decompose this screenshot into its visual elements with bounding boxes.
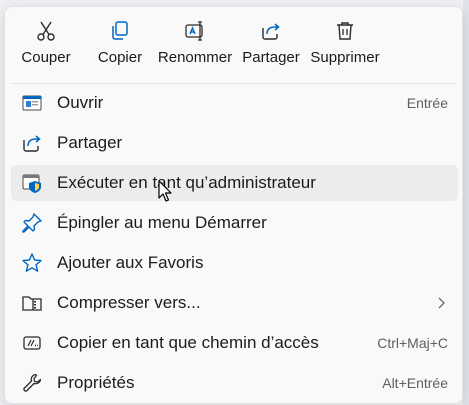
- star-icon: [22, 253, 42, 272]
- admin-shield-icon: [22, 174, 41, 193]
- rename-label: Renommer: [157, 49, 233, 66]
- menu-item-share[interactable]: Partager: [11, 125, 458, 161]
- share-label: Partager: [242, 49, 300, 66]
- cut-label: Couper: [21, 49, 71, 66]
- menu-item-label: Propriétés: [57, 373, 135, 392]
- menu-item-label: Partager: [57, 133, 123, 152]
- menu-item-label: Copier en tant que chemin d’accès: [57, 333, 319, 352]
- share-icon: [262, 23, 280, 40]
- menu-item-shortcut: Alt+Entrée: [382, 375, 448, 391]
- copy-path-icon: [23, 336, 41, 350]
- trash-icon: [337, 22, 353, 40]
- menu-item-run-as-admin[interactable]: Exécuter en tant qu’administrateur: [11, 165, 458, 201]
- toolbar-divider: [11, 83, 456, 84]
- context-menu-toolbar: Couper Copier Renommer Partager Supprime…: [5, 7, 462, 79]
- copy-icon: [112, 21, 128, 40]
- menu-item-compress-to[interactable]: Compresser vers...: [11, 285, 458, 321]
- menu-item-label: Ajouter aux Favoris: [57, 253, 204, 272]
- menu-item-add-favorites[interactable]: Ajouter aux Favoris: [11, 245, 458, 281]
- context-menu: Couper Copier Renommer Partager Supprime…: [4, 6, 463, 404]
- rename-button[interactable]: Renommer: [157, 15, 233, 75]
- cut-button[interactable]: Couper: [15, 15, 77, 75]
- scissors-icon: [37, 21, 55, 41]
- menu-item-label: Exécuter en tant qu’administrateur: [57, 173, 316, 192]
- menu-item-properties[interactable]: Propriétés Alt+Entrée: [11, 365, 458, 401]
- menu-item-label: Épingler au menu Démarrer: [57, 213, 267, 232]
- menu-item-label: Compresser vers...: [57, 293, 201, 312]
- copy-label: Copier: [97, 49, 143, 66]
- mouse-cursor-icon: [158, 180, 172, 202]
- menu-item-label: Ouvrir: [57, 93, 104, 112]
- zip-folder-icon: [22, 296, 42, 311]
- menu-item-open[interactable]: Ouvrir Entrée: [11, 85, 458, 121]
- copy-button[interactable]: Copier: [93, 15, 147, 75]
- chevron-right-icon: [438, 297, 445, 309]
- menu-item-copy-as-path[interactable]: Copier en tant que chemin d’accès Ctrl+M…: [11, 325, 458, 361]
- rename-icon: [185, 21, 203, 41]
- menu-item-shortcut: Entrée: [406, 95, 448, 111]
- wrench-icon: [23, 373, 42, 392]
- menu-item-pin-start[interactable]: Épingler au menu Démarrer: [11, 205, 458, 241]
- delete-button[interactable]: Supprimer: [307, 15, 383, 75]
- open-window-icon: [22, 95, 42, 111]
- delete-label: Supprimer: [310, 49, 380, 66]
- share-icon: [23, 135, 41, 152]
- share-button[interactable]: Partager: [239, 15, 303, 75]
- pin-icon: [22, 213, 42, 233]
- menu-item-shortcut: Ctrl+Maj+C: [377, 335, 448, 351]
- background-window-edge: [463, 0, 469, 405]
